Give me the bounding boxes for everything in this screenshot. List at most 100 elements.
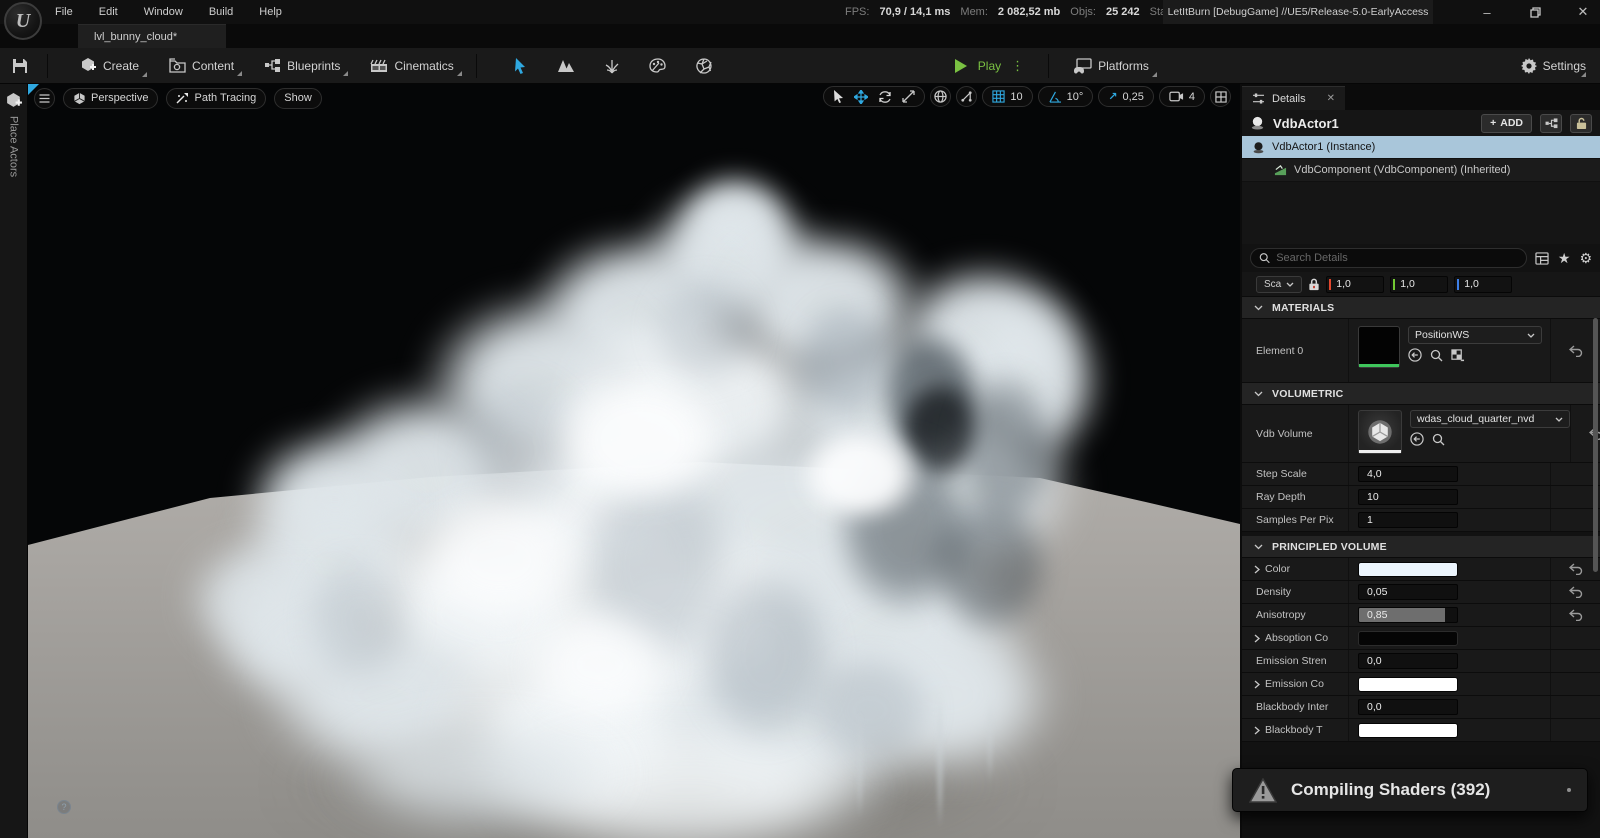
step-scale-field[interactable]: 4,0 bbox=[1358, 466, 1458, 482]
cinematics-clapper-icon bbox=[370, 59, 388, 72]
add-component-button[interactable]: + ADD bbox=[1481, 113, 1532, 133]
fracture-pattern-icon bbox=[696, 57, 712, 74]
browse-to-asset-icon[interactable] bbox=[1432, 433, 1445, 446]
foliage-mode-button[interactable] bbox=[599, 53, 625, 79]
select-tool-icon[interactable] bbox=[833, 90, 844, 103]
convert-blueprint-button[interactable] bbox=[1540, 113, 1562, 133]
select-mode-button[interactable] bbox=[507, 53, 533, 79]
search-details-box[interactable] bbox=[1250, 248, 1527, 268]
search-details-input[interactable] bbox=[1276, 252, 1518, 264]
principled-volume-section-header[interactable]: PRINCIPLED VOLUME bbox=[1242, 536, 1600, 558]
scale-z-field[interactable]: 1,0 bbox=[1454, 275, 1513, 293]
move-tool-icon[interactable] bbox=[854, 89, 869, 104]
menu-bar: File Edit Window Build Help bbox=[55, 6, 282, 18]
save-button[interactable] bbox=[7, 53, 33, 79]
perspective-cube-icon bbox=[74, 92, 85, 104]
revert-icon[interactable] bbox=[1568, 609, 1583, 621]
blackbody-temp-swatch[interactable] bbox=[1358, 722, 1458, 738]
chevron-right-icon[interactable] bbox=[1254, 565, 1260, 574]
favorites-star-icon[interactable]: ★ bbox=[1558, 250, 1571, 267]
show-button[interactable]: Show bbox=[274, 87, 322, 109]
display-filter-icon[interactable] bbox=[1535, 251, 1549, 265]
volumetric-section-header[interactable]: VOLUMETRIC bbox=[1242, 383, 1600, 405]
details-tab-close-icon[interactable]: ✕ bbox=[1327, 93, 1335, 104]
settings-button[interactable]: Settings bbox=[1520, 57, 1586, 77]
scale-tool-icon[interactable] bbox=[902, 90, 915, 103]
materials-section-header[interactable]: MATERIALS bbox=[1242, 297, 1600, 319]
chevron-right-icon[interactable] bbox=[1254, 680, 1260, 689]
scale-lock-icon[interactable] bbox=[1308, 278, 1320, 291]
paint-mode-button[interactable] bbox=[645, 53, 671, 79]
vdb-thumbnail[interactable] bbox=[1358, 410, 1402, 454]
vdb-asset-dropdown[interactable]: wdas_cloud_quarter_nvd bbox=[1410, 410, 1570, 428]
revert-icon[interactable] bbox=[1568, 586, 1583, 598]
use-selected-asset-icon[interactable] bbox=[1410, 432, 1424, 446]
color-swatch[interactable] bbox=[1358, 561, 1458, 577]
camera-speed-button[interactable]: 4 bbox=[1158, 86, 1205, 107]
level-tab[interactable]: lvl_bunny_cloud* bbox=[78, 24, 226, 48]
play-label[interactable]: Play bbox=[978, 59, 1001, 73]
unreal-logo-icon[interactable]: U bbox=[4, 2, 42, 40]
platforms-button[interactable]: Platforms bbox=[1073, 57, 1157, 77]
play-icon[interactable] bbox=[953, 58, 968, 74]
scale-dropdown[interactable]: Sca bbox=[1256, 275, 1303, 293]
component-row-actor[interactable]: VdbActor1 (Instance) bbox=[1242, 136, 1600, 159]
emission-strength-field[interactable]: 0,0 bbox=[1358, 653, 1458, 669]
browse-to-asset-icon[interactable] bbox=[1430, 349, 1443, 362]
anisotropy-slider[interactable]: 0,85 bbox=[1358, 607, 1458, 623]
revert-icon[interactable] bbox=[1568, 344, 1583, 357]
fracture-mode-button[interactable] bbox=[691, 53, 717, 79]
use-selected-asset-icon[interactable] bbox=[1408, 348, 1422, 362]
blackbody-intensity-field[interactable]: 0,0 bbox=[1358, 699, 1458, 715]
viewport[interactable]: Perspective Path Tracing Show 10 10° ↗ 0… bbox=[28, 84, 1240, 838]
compiling-shaders-notification[interactable]: Compiling Shaders (392) bbox=[1232, 768, 1588, 812]
revert-icon[interactable] bbox=[1568, 563, 1583, 575]
ray-depth-field[interactable]: 10 bbox=[1358, 489, 1458, 505]
viewport-help-badge[interactable]: ? bbox=[57, 800, 71, 814]
menu-window[interactable]: Window bbox=[144, 6, 183, 18]
view-mode-button[interactable]: Path Tracing bbox=[166, 87, 267, 109]
material-thumbnail[interactable] bbox=[1358, 326, 1400, 368]
world-local-toggle[interactable] bbox=[930, 86, 952, 107]
details-scrollbar[interactable] bbox=[1593, 318, 1598, 572]
rotate-tool-icon[interactable] bbox=[878, 90, 892, 104]
minimize-button[interactable]: – bbox=[1480, 5, 1494, 20]
viewport-options-button[interactable] bbox=[34, 87, 55, 109]
scale-x-field[interactable]: 1,0 bbox=[1326, 275, 1385, 293]
cinematics-button[interactable]: Cinematics bbox=[370, 58, 462, 76]
place-actors-label[interactable]: Place Actors bbox=[8, 116, 20, 177]
place-actors-icon[interactable] bbox=[5, 92, 23, 110]
viewport-layout-button[interactable] bbox=[1210, 86, 1231, 107]
close-button[interactable]: ✕ bbox=[1576, 4, 1590, 19]
details-settings-gear-icon[interactable]: ⚙ bbox=[1579, 250, 1592, 267]
component-row-vdbcomponent[interactable]: VdbComponent (VdbComponent) (Inherited) bbox=[1242, 159, 1600, 182]
menu-file[interactable]: File bbox=[55, 6, 73, 18]
menu-help[interactable]: Help bbox=[259, 6, 282, 18]
rotation-snap-button[interactable]: 10° bbox=[1037, 86, 1094, 107]
samples-per-pixel-field[interactable]: 1 bbox=[1358, 512, 1458, 528]
grid-icon bbox=[992, 90, 1005, 103]
mem-label: Mem: bbox=[960, 6, 988, 18]
grid-snap-button[interactable]: 10 bbox=[982, 86, 1033, 107]
create-button[interactable]: Create bbox=[80, 57, 148, 77]
perspective-button[interactable]: Perspective bbox=[63, 87, 159, 109]
chevron-right-icon[interactable] bbox=[1254, 726, 1260, 735]
menu-build[interactable]: Build bbox=[209, 6, 233, 18]
menu-edit[interactable]: Edit bbox=[99, 6, 118, 18]
scale-snap-button[interactable]: ↗ 0,25 bbox=[1098, 86, 1154, 107]
landscape-mode-button[interactable] bbox=[553, 53, 579, 79]
content-button[interactable]: Content bbox=[169, 58, 243, 76]
details-tab[interactable]: Details ✕ bbox=[1242, 86, 1346, 110]
blueprints-button[interactable]: Blueprints bbox=[264, 58, 349, 76]
scale-y-field[interactable]: 1,0 bbox=[1390, 275, 1449, 293]
material-asset-dropdown[interactable]: PositionWS bbox=[1408, 326, 1542, 344]
surface-snapping-button[interactable] bbox=[956, 86, 978, 107]
material-checker-icon[interactable] bbox=[1451, 348, 1465, 362]
play-options-kebab[interactable]: ⋮ bbox=[1011, 59, 1024, 72]
chevron-right-icon[interactable] bbox=[1254, 634, 1260, 643]
emission-color-swatch[interactable] bbox=[1358, 676, 1458, 692]
lock-button[interactable] bbox=[1570, 113, 1592, 133]
absorption-color-swatch[interactable] bbox=[1358, 630, 1458, 646]
restore-button[interactable] bbox=[1528, 5, 1542, 19]
density-field[interactable]: 0,05 bbox=[1358, 584, 1458, 600]
